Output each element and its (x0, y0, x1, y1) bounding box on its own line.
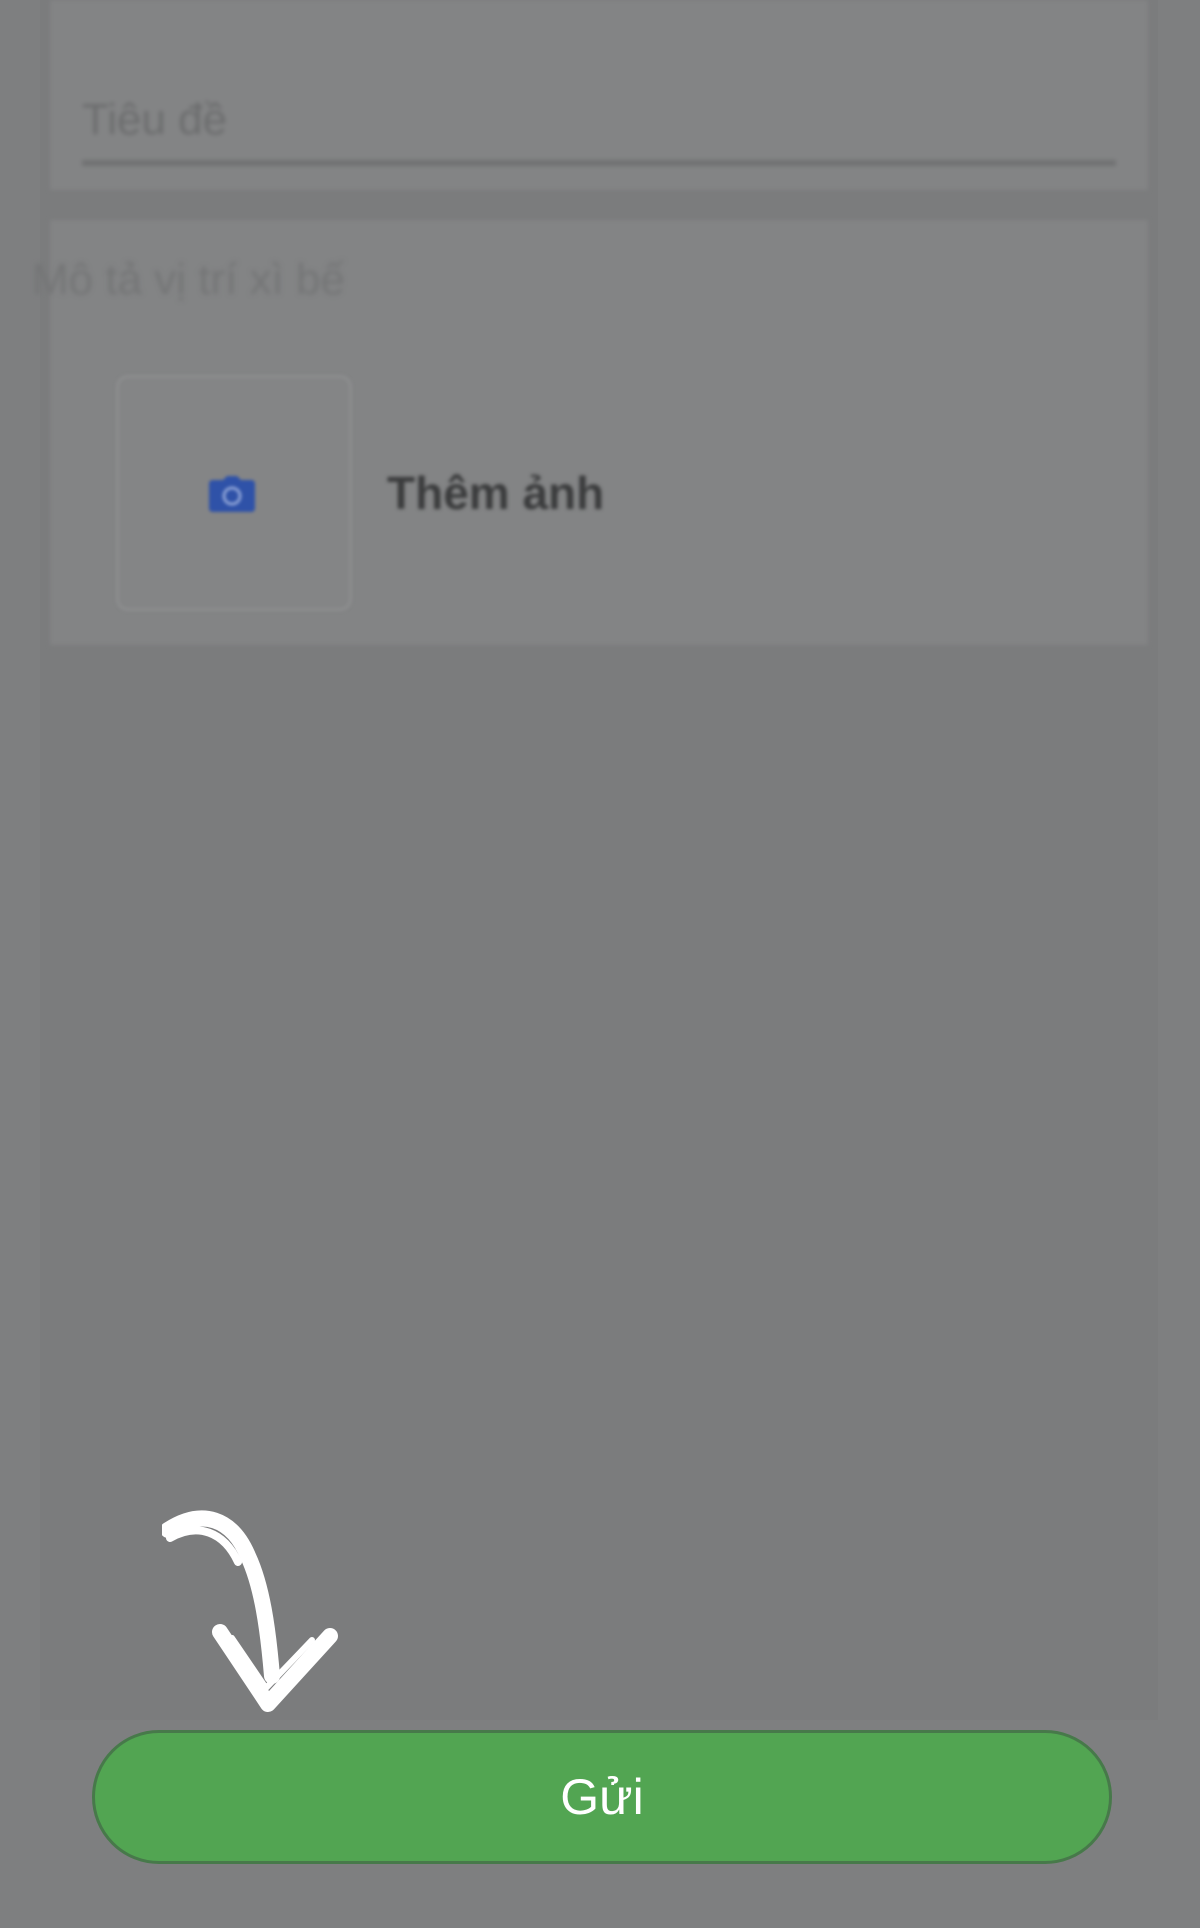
add-photo-button[interactable] (116, 375, 352, 611)
camera-icon (209, 476, 255, 512)
add-photo-label: Thêm ảnh (387, 467, 605, 519)
description-placeholder[interactable]: Mô tả vị trí xì bế (32, 255, 345, 305)
hand-drawn-arrow-icon (162, 1510, 338, 1712)
title-card (50, 0, 1148, 190)
title-input[interactable] (82, 80, 1116, 166)
submit-button[interactable]: Gửi (92, 1730, 1112, 1864)
screen: Mô tả vị trí xì bế Thêm ảnh Gửi (0, 0, 1200, 1928)
